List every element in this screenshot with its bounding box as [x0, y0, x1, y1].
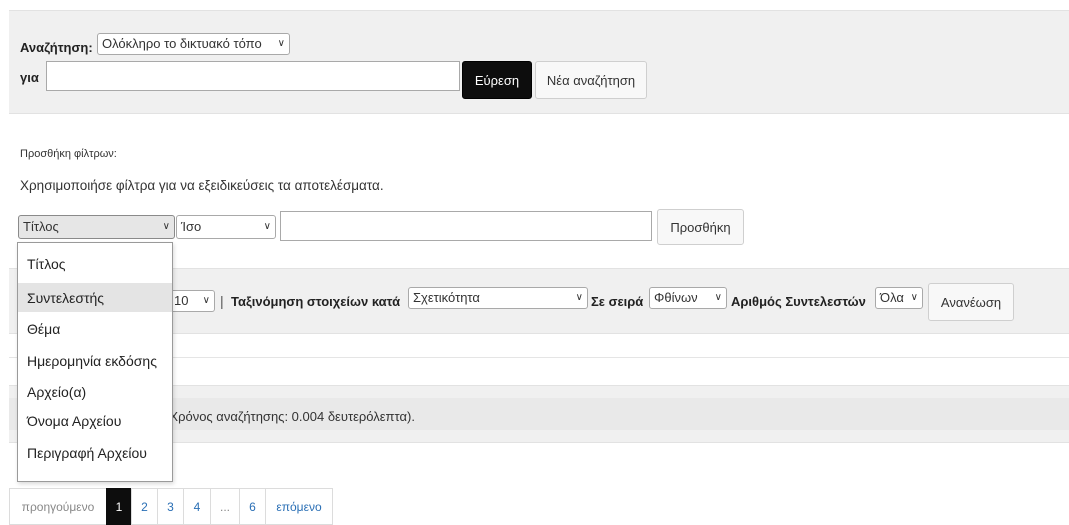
pagination-page-2[interactable]: 2: [131, 488, 158, 525]
chevron-down-icon: ∨: [202, 295, 210, 306]
chevron-down-icon: ∨: [162, 221, 170, 232]
pagination-next[interactable]: επόμενο: [265, 488, 333, 525]
pagination-page-4[interactable]: 4: [183, 488, 211, 525]
chevron-down-icon: ∨: [910, 292, 918, 303]
chevron-down-icon: ∨: [277, 38, 285, 49]
sort-by-select[interactable]: Σχετικότητα ∨: [408, 287, 588, 309]
dropdown-option-issue-date[interactable]: Ημερομηνία εκδόσης: [18, 346, 172, 375]
chevron-down-icon: ∨: [263, 221, 271, 232]
filter-field-select[interactable]: Τίτλος ∨: [18, 215, 175, 239]
filters-help-text: Χρησιμοποιήσε φίλτρα για να εξειδικεύσει…: [20, 178, 384, 193]
new-search-button[interactable]: Νέα αναζήτηση: [535, 61, 647, 99]
pagination: προηγούμενο 1 2 3 4 ... 6 επόμενο: [9, 488, 333, 525]
pagination-page-1[interactable]: 1: [106, 488, 132, 525]
results-summary: 57 (Χρόνος αναζήτησης: 0.004 δευτερόλεπτ…: [147, 409, 415, 424]
pagination-prev[interactable]: προηγούμενο: [9, 488, 107, 525]
dropdown-option-title[interactable]: Τίτλος: [18, 249, 172, 278]
scope-select[interactable]: Ολόκληρο το δικτυακό τόπο ∨: [97, 33, 290, 55]
chevron-down-icon: ∨: [714, 292, 722, 303]
filter-operator-value: Ίσο: [181, 219, 202, 234]
dropdown-option-contributor[interactable]: Συντελεστής: [18, 283, 172, 312]
authors-count-select[interactable]: Όλα ∨: [875, 287, 923, 309]
order-select[interactable]: Φθίνων ∨: [649, 287, 727, 309]
scope-label: Αναζήτηση:: [20, 40, 93, 55]
filter-field-value: Τίτλος: [23, 219, 59, 234]
sort-by-value: Σχετικότητα: [413, 290, 480, 305]
order-value: Φθίνων: [654, 290, 698, 305]
filter-value-input[interactable]: [280, 211, 652, 241]
find-button[interactable]: Εύρεση: [462, 61, 532, 99]
pagination-page-6[interactable]: 6: [239, 488, 266, 525]
authors-count-value: Όλα: [880, 290, 904, 305]
sort-by-label: Ταξινόμηση στοιχείων κατά: [231, 294, 401, 309]
dropdown-option-file-description[interactable]: Περιγραφή Αρχείου: [18, 438, 172, 467]
authors-count-label: Αριθμός Συντελεστών: [731, 294, 866, 309]
filters-heading: Προσθήκη φίλτρων:: [20, 148, 117, 160]
query-label: για: [20, 70, 39, 85]
scope-select-value: Ολόκληρο το δικτυακό τόπο: [102, 36, 262, 51]
results-per-page-select[interactable]: 10 ∨: [170, 290, 215, 312]
separator: |: [220, 293, 224, 309]
add-filter-button[interactable]: Προσθήκη: [657, 209, 744, 245]
filter-operator-select[interactable]: Ίσο ∨: [176, 215, 276, 239]
filter-field-dropdown: Τίτλος Συντελεστής Θέμα Ημερομηνία εκδόσ…: [17, 242, 173, 482]
pagination-ellipsis: ...: [210, 488, 240, 525]
dropdown-option-subject[interactable]: Θέμα: [18, 314, 172, 343]
results-per-page-value: 10: [174, 293, 189, 308]
chevron-down-icon: ∨: [575, 292, 583, 303]
dropdown-option-files[interactable]: Αρχείο(α): [18, 377, 172, 406]
query-input[interactable]: [46, 61, 460, 91]
dropdown-option-file-name[interactable]: Όνομα Αρχείου: [18, 406, 172, 435]
pagination-page-3[interactable]: 3: [157, 488, 184, 525]
refresh-button[interactable]: Ανανέωση: [928, 283, 1014, 321]
order-label: Σε σειρά: [591, 294, 644, 309]
